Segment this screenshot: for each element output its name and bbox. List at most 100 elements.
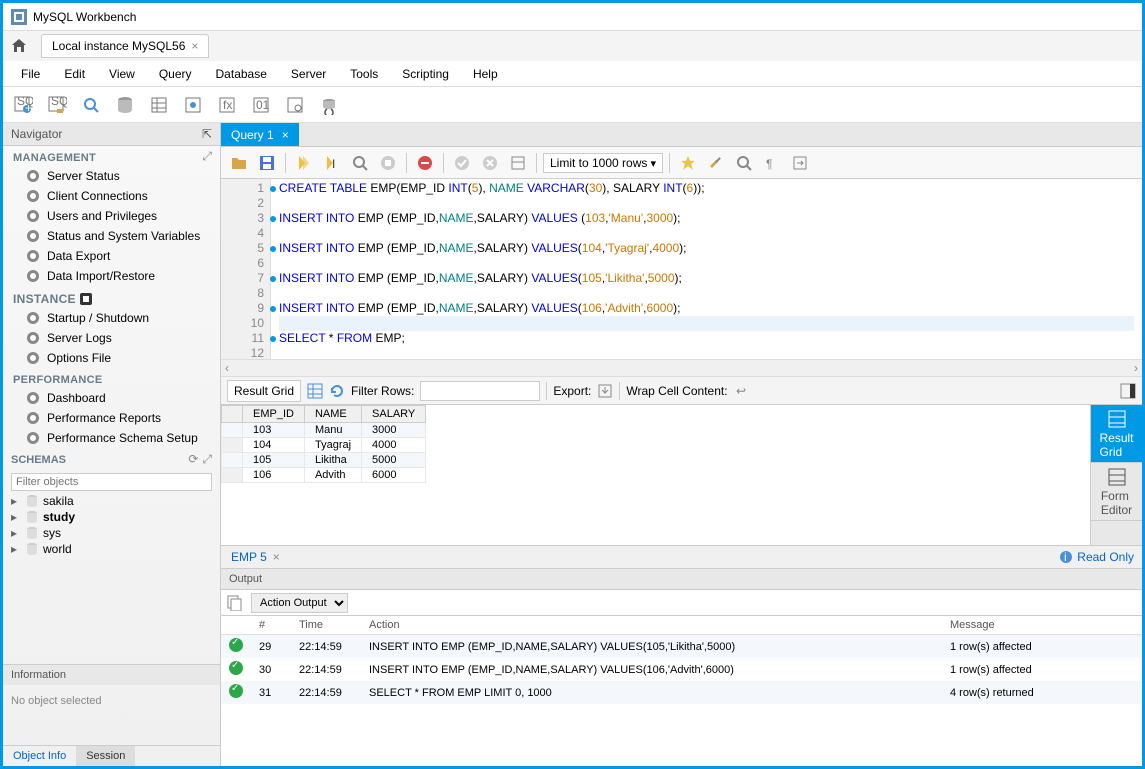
expand-triangle-icon[interactable]: ▸: [11, 542, 21, 556]
menu-database[interactable]: Database: [206, 64, 277, 84]
nav-item-icon: [25, 268, 41, 284]
wrap-cell-icon[interactable]: <>↩: [734, 383, 750, 399]
scroll-right-icon[interactable]: ›: [1134, 361, 1138, 375]
stop-icon[interactable]: [376, 151, 400, 175]
db-icon[interactable]: [111, 91, 139, 119]
nav-item-performance-schema-setup[interactable]: Performance Schema Setup: [3, 428, 220, 448]
tab-object-info[interactable]: Object Info: [3, 746, 76, 766]
table-row[interactable]: 106Advith6000: [222, 468, 426, 483]
expand-triangle-icon[interactable]: ▸: [11, 526, 21, 540]
nav-item-dashboard[interactable]: Dashboard: [3, 388, 220, 408]
schema-world[interactable]: ▸world: [3, 541, 220, 557]
database-icon: [25, 526, 39, 540]
output-layout-icon[interactable]: [227, 595, 243, 611]
table-row[interactable]: 103Manu3000: [222, 423, 426, 438]
explain-icon[interactable]: [348, 151, 372, 175]
menu-file[interactable]: File: [11, 64, 50, 84]
nav-item-server-logs[interactable]: Server Logs: [3, 328, 220, 348]
execute-current-icon[interactable]: I: [320, 151, 344, 175]
menu-view[interactable]: View: [99, 64, 145, 84]
query-tab[interactable]: Query 1 ×: [221, 123, 299, 146]
schema-sakila[interactable]: ▸sakila: [3, 493, 220, 509]
schema-sys[interactable]: ▸sys: [3, 525, 220, 541]
tab-session[interactable]: Session: [76, 746, 135, 766]
open-sql-icon[interactable]: SQL: [43, 91, 71, 119]
detach-icon[interactable]: ⇱: [202, 127, 212, 141]
expand-triangle-icon[interactable]: ▸: [11, 494, 21, 508]
connection-tab[interactable]: Local instance MySQL56 ×: [41, 34, 209, 58]
cleanup-icon[interactable]: [704, 151, 728, 175]
refresh-results-icon[interactable]: [329, 383, 345, 399]
expand-icon[interactable]: ⤢: [202, 452, 212, 467]
sql-editor[interactable]: 12345678910111213 CREATE TABLE EMP(EMP_I…: [221, 179, 1142, 359]
table-icon[interactable]: [145, 91, 173, 119]
grid-icon[interactable]: [307, 383, 323, 399]
menu-scripting[interactable]: Scripting: [392, 64, 459, 84]
nav-item-startup-shutdown[interactable]: Startup / Shutdown: [3, 308, 220, 328]
scroll-left-icon[interactable]: ‹: [225, 361, 229, 375]
filter-rows-input[interactable]: [420, 381, 540, 401]
side-form-editor[interactable]: FormEditor: [1091, 463, 1142, 521]
side-result-grid[interactable]: ResultGrid: [1091, 405, 1142, 463]
menu-help[interactable]: Help: [463, 64, 508, 84]
open-file-icon[interactable]: [227, 151, 251, 175]
table-row[interactable]: 105Likitha5000: [222, 453, 426, 468]
nav-item-icon: [25, 310, 41, 326]
result-grid-label: Result Grid: [227, 380, 301, 402]
nav-item-client-connections[interactable]: Client Connections: [3, 186, 220, 206]
home-icon[interactable]: [9, 36, 29, 56]
menu-edit[interactable]: Edit: [54, 64, 95, 84]
reconnect-icon[interactable]: [315, 91, 343, 119]
menu-server[interactable]: Server: [281, 64, 336, 84]
menu-tools[interactable]: Tools: [340, 64, 388, 84]
autocommit-icon[interactable]: [506, 151, 530, 175]
expand-triangle-icon[interactable]: ▸: [11, 510, 21, 524]
output-row[interactable]: 3122:14:59SELECT * FROM EMP LIMIT 0, 100…: [221, 681, 1142, 704]
refresh-icon[interactable]: ⟳: [188, 452, 198, 467]
invisible-chars-icon[interactable]: ¶: [760, 151, 784, 175]
nav-item-performance-reports[interactable]: Performance Reports: [3, 408, 220, 428]
toggle-panel-icon[interactable]: [1120, 383, 1136, 399]
information-body: No object selected: [3, 685, 220, 745]
output-toolbar: Action Output: [221, 590, 1142, 616]
proc-icon[interactable]: fx: [213, 91, 241, 119]
success-icon: [229, 661, 243, 675]
func-icon[interactable]: 01: [247, 91, 275, 119]
output-row[interactable]: 2922:14:59INSERT INTO EMP (EMP_ID,NAME,S…: [221, 635, 1142, 659]
wrap-icon[interactable]: [788, 151, 812, 175]
nav-item-status-and-system-variables[interactable]: Status and System Variables: [3, 226, 220, 246]
execute-icon[interactable]: [292, 151, 316, 175]
expand-icon[interactable]: ⤢: [202, 149, 220, 164]
limit-selector[interactable]: Limit to 1000 rows ▾: [543, 153, 663, 173]
new-sql-tab-icon[interactable]: SQL+: [9, 91, 37, 119]
save-icon[interactable]: [255, 151, 279, 175]
nav-item-users-and-privileges[interactable]: Users and Privileges: [3, 206, 220, 226]
schema-study[interactable]: ▸study: [3, 509, 220, 525]
find-icon[interactable]: [732, 151, 756, 175]
performance-title: PERFORMANCE: [3, 368, 220, 388]
inspector-icon[interactable]: [77, 91, 105, 119]
nav-item-server-status[interactable]: Server Status: [3, 166, 220, 186]
search-table-icon[interactable]: [281, 91, 309, 119]
beautify-icon[interactable]: [676, 151, 700, 175]
schema-filter-input[interactable]: [11, 473, 212, 491]
output-row[interactable]: 3022:14:59INSERT INTO EMP (EMP_ID,NAME,S…: [221, 658, 1142, 681]
view-icon[interactable]: [179, 91, 207, 119]
table-row[interactable]: 104Tyagraj4000: [222, 438, 426, 453]
output-type-selector[interactable]: Action Output: [251, 593, 348, 613]
menu-query[interactable]: Query: [149, 64, 202, 84]
close-icon[interactable]: ×: [273, 550, 280, 564]
nav-item-data-import-restore[interactable]: Data Import/Restore: [3, 266, 220, 286]
rollback-icon[interactable]: [478, 151, 502, 175]
close-icon[interactable]: ×: [282, 128, 289, 142]
output-grid[interactable]: #TimeActionMessage2922:14:59INSERT INTO …: [221, 616, 1142, 704]
export-icon[interactable]: [597, 383, 613, 399]
commit-icon[interactable]: [450, 151, 474, 175]
horizontal-scrollbar[interactable]: ‹ ›: [221, 359, 1142, 377]
close-icon[interactable]: ×: [191, 39, 198, 53]
result-tab[interactable]: EMP 5 ×: [221, 547, 290, 567]
result-grid[interactable]: EMP_IDNAMESALARY103Manu3000104Tyagraj400…: [221, 405, 1090, 545]
no-limit-icon[interactable]: [413, 151, 437, 175]
nav-item-options-file[interactable]: Options File: [3, 348, 220, 368]
nav-item-data-export[interactable]: Data Export: [3, 246, 220, 266]
